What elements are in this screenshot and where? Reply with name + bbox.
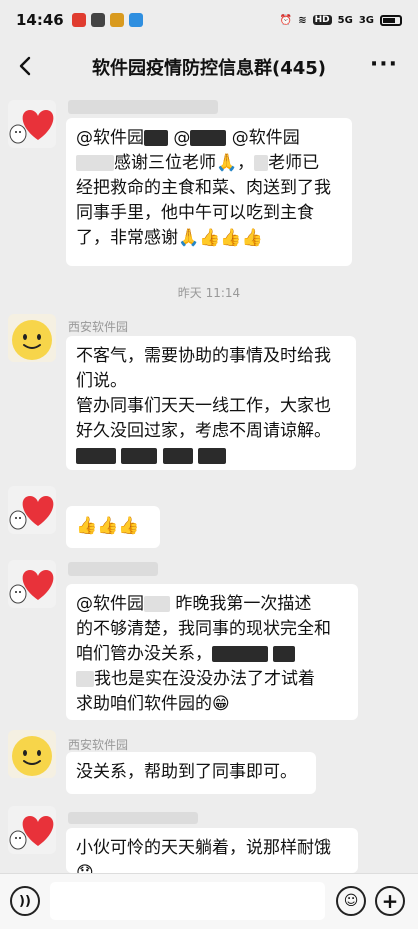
- message-bubble[interactable]: @软件园 昨晚我第一次描述 的不够清楚，我同事的现状完全和 咱们管办没关系， 我…: [66, 584, 358, 720]
- redacted-text: [76, 155, 114, 171]
- plus-icon[interactable]: +: [375, 886, 405, 916]
- message-line-redacted: [76, 444, 346, 469]
- heart-cat-icon: [9, 816, 54, 850]
- message-input[interactable]: [50, 882, 325, 920]
- message-line: 没关系，帮助到了同事即可。: [76, 762, 297, 782]
- message-bubble[interactable]: @软件园 @ @软件园 感谢三位老师🙏， 老师已 经把救命的主食和菜、肉送到了我 …: [66, 118, 352, 266]
- avatar[interactable]: [8, 806, 56, 854]
- redacted-text: [76, 671, 94, 687]
- message-line: @软件园 @ @软件园: [76, 128, 300, 148]
- redacted-text: [144, 596, 170, 612]
- avatar[interactable]: [8, 730, 56, 778]
- redacted-text: [162, 448, 193, 464]
- message-bubble[interactable]: 小伙可怜的天天躺着，说那样耐饿 😞: [66, 828, 358, 873]
- voice-input-icon[interactable]: )): [10, 886, 40, 916]
- hd-badge: HD: [312, 15, 332, 25]
- sender-name: 西安软件园: [68, 738, 129, 752]
- avatar[interactable]: [8, 100, 56, 148]
- redacted-text: [212, 646, 268, 662]
- more-options-icon[interactable]: ···: [370, 52, 398, 77]
- heart-cat-icon: [9, 570, 54, 604]
- wifi-icon: ≋: [298, 14, 307, 26]
- message-line: 小伙可怜的天天躺着，说那样耐饿: [76, 838, 331, 858]
- status-bar: 14:46 ⏰ ≋ HD 5G 3G: [0, 0, 418, 40]
- back-arrow-icon[interactable]: [14, 54, 38, 78]
- app-notification-icon-2: [109, 13, 124, 27]
- avatar[interactable]: [8, 560, 56, 608]
- sender-name-redacted: [68, 100, 218, 114]
- send-app-icon: [128, 13, 143, 27]
- message-bubble[interactable]: 没关系，帮助到了同事即可。: [66, 752, 316, 794]
- status-indicators: ⏰ ≋ HD 5G 3G: [279, 14, 402, 26]
- message-line: 😞: [76, 863, 94, 873]
- sender-name-redacted: [68, 812, 198, 824]
- news-app-icon: [71, 13, 86, 27]
- redacted-text: [144, 130, 168, 146]
- message-line: @软件园 昨晚我第一次描述: [76, 594, 312, 614]
- status-time: 14:46: [16, 11, 64, 29]
- message-bubble[interactable]: 👍👍👍: [66, 506, 160, 548]
- time-separator: 昨天 11:14: [177, 286, 241, 300]
- emoji-icon[interactable]: ☺: [336, 886, 366, 916]
- message-line: 们说。: [76, 371, 127, 391]
- redacted-text: [273, 646, 296, 662]
- redacted-text: [254, 155, 269, 171]
- battery-icon: [380, 14, 402, 26]
- alarm-icon: ⏰: [279, 14, 293, 26]
- message-line: 好久没回过家，考虑不周请谅解。: [76, 421, 331, 441]
- redacted-text: [190, 130, 227, 146]
- smile-face-icon: [12, 736, 52, 776]
- redacted-text: [121, 448, 158, 464]
- signal-5g-label: 5G: [337, 14, 353, 26]
- signal-3g-label: 3G: [358, 14, 374, 26]
- redacted-text: [76, 448, 116, 464]
- message-line: 同事手里，他中午可以吃到主食: [76, 203, 314, 223]
- message-line: 经把救命的主食和菜、肉送到了我: [76, 178, 331, 198]
- smile-face-icon: [12, 320, 52, 360]
- message-line: 求助咱们软件园的😁: [76, 694, 230, 714]
- message-line: 感谢三位老师🙏， 老师已: [76, 151, 342, 176]
- app-notification-icon: [90, 13, 105, 27]
- avatar[interactable]: [8, 486, 56, 534]
- message-line: 我也是实在没没办法了才试着: [76, 667, 348, 692]
- message-line: 管办同事们天天一线工作，大家也: [76, 396, 331, 416]
- sender-name: 西安软件园: [68, 320, 129, 334]
- avatar[interactable]: [8, 314, 56, 362]
- message-bubble[interactable]: 不客气，需要协助的事情及时给我 们说。 管办同事们天天一线工作，大家也 好久没回…: [66, 336, 356, 470]
- input-bar: )) ☺ +: [0, 873, 418, 929]
- message-line: 的不够清楚，我同事的现状完全和: [76, 619, 331, 639]
- message-line: 不客气，需要协助的事情及时给我: [76, 346, 331, 366]
- sender-name-redacted: [68, 562, 158, 576]
- heart-cat-icon: [9, 110, 54, 144]
- redacted-text: [198, 448, 227, 464]
- message-line: 咱们管办没关系，: [76, 642, 348, 667]
- chat-title: 软件园疫情防控信息群(445): [91, 58, 327, 79]
- message-line: 👍👍👍: [76, 516, 140, 536]
- heart-cat-icon: [9, 496, 54, 530]
- message-line: 了，非常感谢🙏👍👍👍: [76, 228, 263, 248]
- chat-header: 软件园疫情防控信息群(445) ···: [0, 44, 418, 90]
